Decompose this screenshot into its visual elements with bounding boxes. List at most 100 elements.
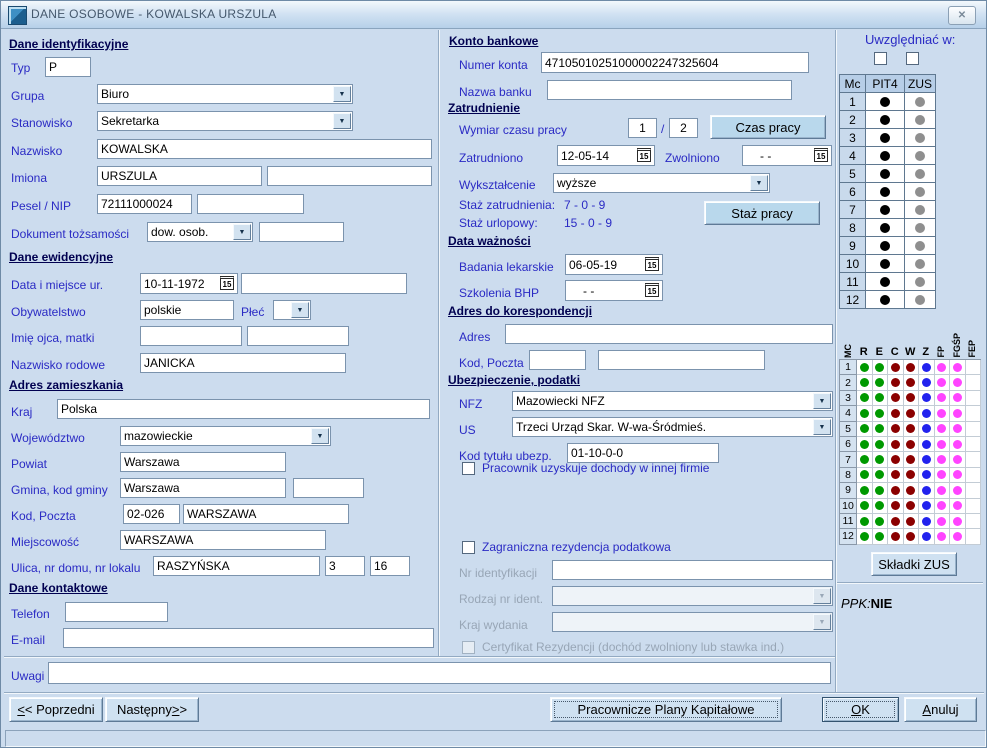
- numer-konta-field[interactable]: [541, 52, 809, 73]
- obywatelstwo-field[interactable]: [140, 300, 234, 320]
- zwolniono-date-field[interactable]: - -15: [742, 145, 832, 166]
- poczta-field[interactable]: [183, 504, 349, 524]
- nr-ident-field[interactable]: [552, 560, 833, 580]
- c-dot: [891, 363, 900, 372]
- next-button[interactable]: Następny >>: [105, 697, 199, 722]
- nfz-combobox[interactable]: Mazowiecki NFZ▼: [512, 391, 833, 411]
- previous-button[interactable]: << Poprzedni: [9, 697, 103, 722]
- cancel-button[interactable]: Anuluj: [904, 697, 977, 722]
- zus-dot: [915, 187, 925, 197]
- birth-date-field[interactable]: 10-11-197215: [140, 273, 238, 294]
- birth-place-field[interactable]: [241, 273, 407, 294]
- chevron-down-icon[interactable]: ▼: [233, 224, 251, 240]
- pit-zus-table: McPIT4ZUS 123456789101112: [839, 74, 936, 309]
- email-field[interactable]: [63, 628, 434, 648]
- kraj-field[interactable]: [57, 399, 430, 419]
- rezydencja-checkbox[interactable]: [462, 541, 475, 554]
- chevron-down-icon[interactable]: ▼: [291, 302, 309, 318]
- chevron-down-icon[interactable]: ▼: [311, 428, 329, 444]
- close-button[interactable]: ✕: [948, 6, 976, 25]
- us-combobox[interactable]: Trzeci Urząd Skar. W-wa-Śródmieś.▼: [512, 417, 833, 437]
- imie2-field[interactable]: [267, 166, 432, 186]
- e-dot: [875, 517, 884, 526]
- pesel-field[interactable]: [97, 194, 192, 214]
- c-dot: [891, 455, 900, 464]
- ulica-field[interactable]: [153, 556, 320, 576]
- wyksztalcenie-label: Wykształcenie: [459, 178, 536, 192]
- nip-field[interactable]: [197, 194, 304, 214]
- rodowe-label: Nazwisko rodowe: [11, 358, 105, 372]
- miejscowosc-field[interactable]: [120, 530, 326, 550]
- calendar-icon[interactable]: 15: [220, 276, 234, 290]
- grupa-combobox[interactable]: Biuro▼: [97, 84, 353, 104]
- nazwa-banku-label: Nazwa banku: [459, 85, 532, 99]
- kod2-field[interactable]: [529, 350, 586, 370]
- stanowisko-combobox[interactable]: Sekretarka▼: [97, 111, 353, 131]
- plec-combobox[interactable]: ▼: [273, 300, 311, 320]
- chevron-down-icon[interactable]: ▼: [333, 113, 351, 129]
- title-bar: DANE OSOBOWE - KOWALSKA URSZULA ✕: [1, 1, 986, 29]
- mother-name-field[interactable]: [247, 326, 349, 346]
- chevron-down-icon[interactable]: ▼: [333, 86, 351, 102]
- kod-field[interactable]: [123, 504, 180, 524]
- uwzgledniac-checkbox-2[interactable]: [906, 52, 919, 65]
- staz-pracy-button[interactable]: Staż pracy: [704, 201, 820, 225]
- dokument-combobox[interactable]: dow. osob.▼: [147, 222, 253, 242]
- szkolenia-date-field[interactable]: - -15: [565, 280, 663, 301]
- calendar-icon[interactable]: 15: [645, 283, 659, 297]
- wymiar-mianownik-field[interactable]: [669, 118, 698, 138]
- dokument-nr-field[interactable]: [259, 222, 344, 242]
- chevron-down-icon[interactable]: ▼: [813, 393, 831, 409]
- nazwa-banku-field[interactable]: [547, 80, 792, 100]
- dochody-checkbox[interactable]: [462, 462, 475, 475]
- ppk-button[interactable]: Pracownicze Plany Kapitałowe: [550, 697, 782, 722]
- rodowe-field[interactable]: [140, 353, 346, 373]
- r-dot: [860, 501, 869, 510]
- telefon-field[interactable]: [65, 602, 168, 622]
- typ-field[interactable]: [45, 57, 91, 77]
- chevron-down-icon[interactable]: ▼: [750, 175, 768, 191]
- section-ubezpieczenie-podatki: Ubezpieczenie, podatki: [448, 373, 580, 387]
- ok-button[interactable]: OK: [822, 697, 899, 722]
- e-dot: [875, 532, 884, 541]
- uwagi-field[interactable]: [48, 662, 831, 684]
- w-dot: [906, 363, 915, 372]
- nr-lokalu-field[interactable]: [370, 556, 410, 576]
- nr-domu-field[interactable]: [325, 556, 365, 576]
- czas-pracy-button[interactable]: Czas pracy: [710, 115, 826, 139]
- gmina-kod-field[interactable]: [293, 478, 364, 498]
- w-dot: [906, 455, 915, 464]
- chevron-down-icon[interactable]: ▼: [813, 419, 831, 435]
- wojewodztwo-combobox[interactable]: mazowieckie▼: [120, 426, 331, 446]
- z-dot: [922, 440, 931, 449]
- wymiar-licznik-field[interactable]: [628, 118, 657, 138]
- gmina-field[interactable]: [120, 478, 286, 498]
- pit4-dot: [880, 133, 890, 143]
- nazwisko-field[interactable]: [97, 139, 432, 159]
- wyksztalcenie-combobox[interactable]: wyższe▼: [553, 173, 770, 193]
- zus-grid-row: 3: [840, 391, 981, 406]
- close-icon: ✕: [958, 10, 966, 21]
- zus-dot: [915, 97, 925, 107]
- zatrudniono-date-field[interactable]: 12-05-1415: [557, 145, 655, 166]
- poczta2-field[interactable]: [598, 350, 765, 370]
- calendar-icon[interactable]: 15: [645, 257, 659, 271]
- z-dot: [922, 517, 931, 526]
- father-name-field[interactable]: [140, 326, 242, 346]
- calendar-icon[interactable]: 15: [814, 148, 828, 162]
- calendar-icon[interactable]: 15: [637, 148, 651, 162]
- kod-tytulu-field[interactable]: [567, 443, 719, 463]
- badania-date-field[interactable]: 06-05-1915: [565, 254, 663, 275]
- skladki-zus-button[interactable]: Składki ZUS: [871, 552, 957, 576]
- zus-grid-row: 10: [840, 499, 981, 514]
- imie1-field[interactable]: [97, 166, 262, 186]
- w-dot: [906, 486, 915, 495]
- c-dot: [891, 517, 900, 526]
- zatrudniono-label: Zatrudniono: [459, 151, 523, 165]
- fp-dot: [937, 470, 946, 479]
- fp-dot: [937, 455, 946, 464]
- uwzgledniac-checkbox-1[interactable]: [874, 52, 887, 65]
- e-dot: [875, 409, 884, 418]
- adres-field[interactable]: [505, 324, 833, 344]
- powiat-field[interactable]: [120, 452, 286, 472]
